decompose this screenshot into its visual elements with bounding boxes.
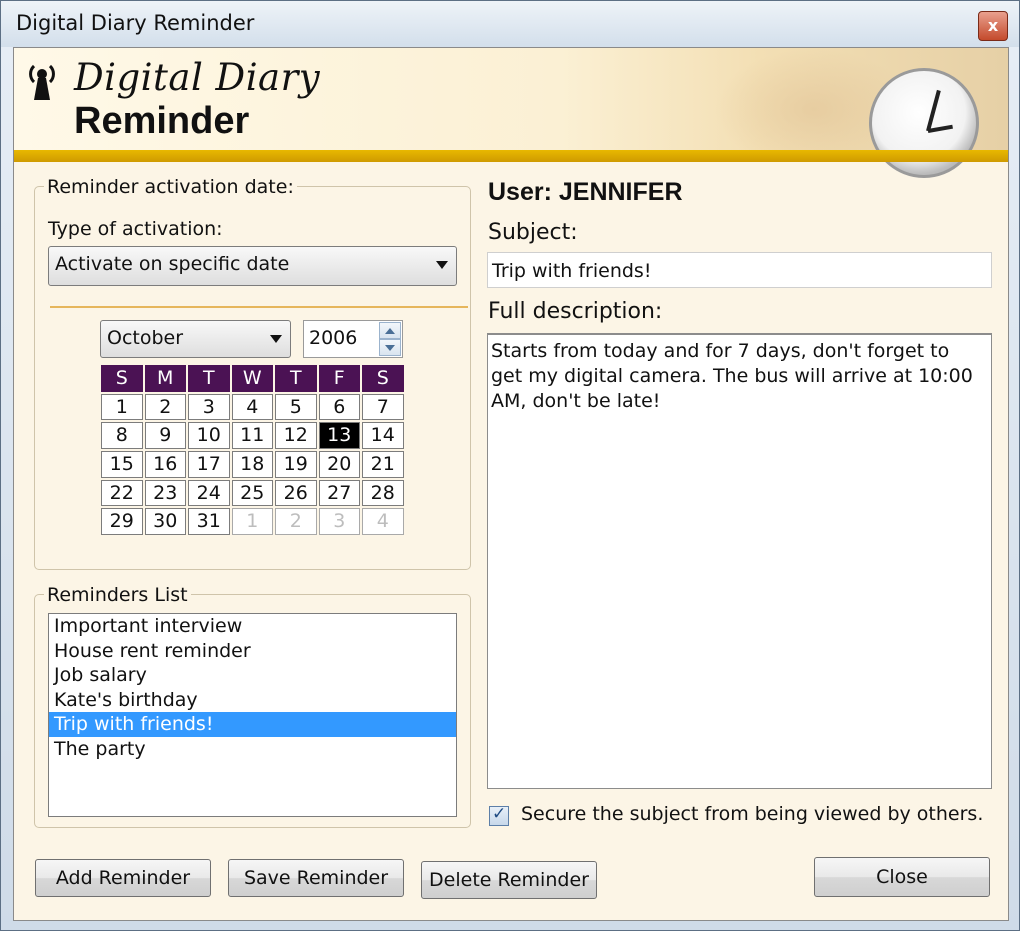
calendar-day[interactable]: 27 — [318, 479, 360, 507]
reminders-group-label: Reminders List — [44, 584, 191, 606]
calendar-day[interactable]: 15 — [101, 451, 143, 478]
calendar-day[interactable]: 8 — [101, 422, 143, 450]
calendar-day[interactable]: 19 — [275, 451, 317, 478]
calendar-day[interactable]: 24 — [188, 479, 230, 507]
month-value: October — [107, 327, 184, 349]
subject-label: Subject: — [488, 220, 578, 245]
calendar-day-next-month[interactable]: 3 — [318, 508, 360, 536]
activation-type-label: Type of activation: — [48, 218, 223, 240]
calendar-day[interactable]: 11 — [231, 422, 273, 450]
activation-group-label: Reminder activation date: — [44, 176, 297, 198]
year-spinner[interactable]: 2006 — [303, 320, 403, 358]
calendar-day[interactable]: 21 — [362, 451, 404, 478]
calendar-day[interactable]: 10 — [188, 422, 230, 450]
user-name: User: JENNIFER — [488, 178, 683, 206]
calendar-day[interactable]: 31 — [188, 508, 230, 536]
secure-subject-label: Secure the subject from being viewed by … — [521, 803, 984, 825]
reminder-list-item[interactable]: Kate's birthday — [49, 688, 456, 713]
activation-separator — [50, 306, 468, 308]
weekday-header: W — [230, 364, 274, 393]
weekday-header: S — [361, 364, 405, 393]
calendar-day[interactable]: 17 — [188, 451, 230, 478]
close-button[interactable]: Close — [814, 857, 990, 897]
weekday-header: T — [187, 364, 231, 393]
reminder-list-item[interactable]: House rent reminder — [49, 639, 456, 664]
app-window: Digital Diary Reminder x Digital Diary R… — [0, 0, 1020, 931]
calendar-day[interactable]: 22 — [101, 479, 143, 507]
reminder-list-item[interactable]: Job salary — [49, 663, 456, 688]
save-reminder-button[interactable]: Save Reminder — [228, 859, 404, 897]
year-down-button[interactable] — [379, 339, 401, 356]
description-value: Starts from today and for 7 days, don't … — [491, 340, 979, 412]
calendar-day-next-month[interactable]: 2 — [275, 508, 317, 536]
calendar-day[interactable]: 6 — [318, 393, 360, 421]
calendar-day[interactable]: 23 — [144, 479, 186, 507]
month-dropdown[interactable]: October — [100, 320, 291, 358]
calendar-grid: S M T W T F S 1 2 3 4 5 6 7 8 9 10 11 12 13 14 15 16 17 18 19 20 21… — [100, 364, 405, 536]
calendar-day[interactable]: 7 — [362, 393, 404, 421]
checkmark-icon: ✓ — [492, 804, 507, 824]
calendar-day[interactable]: 9 — [144, 422, 186, 450]
subject-value: Trip with friends! — [492, 260, 652, 282]
calendar-day[interactable]: 29 — [101, 508, 143, 536]
chevron-down-icon — [436, 261, 448, 269]
calendar-day[interactable]: 1 — [101, 393, 143, 421]
delete-reminder-button[interactable]: Delete Reminder — [421, 861, 597, 899]
header-banner: Digital Diary Reminder — [14, 48, 1008, 178]
calendar-day[interactable]: 5 — [275, 393, 317, 421]
calendar-day[interactable]: 28 — [362, 479, 404, 507]
reminder-list-item[interactable]: Important interview — [49, 614, 456, 639]
client-area: Digital Diary Reminder Reminder activati… — [13, 47, 1009, 921]
chevron-down-icon — [270, 335, 282, 343]
calendar-day[interactable]: 14 — [362, 422, 404, 450]
activation-type-dropdown[interactable]: Activate on specific date — [48, 246, 457, 286]
clock-minute-hand — [926, 89, 941, 132]
calendar-day[interactable]: 16 — [144, 451, 186, 478]
banner-divider — [14, 150, 1008, 162]
close-window-button[interactable]: x — [978, 11, 1008, 41]
year-value: 2006 — [309, 327, 358, 349]
calendar-day-next-month[interactable]: 4 — [362, 508, 404, 536]
weekday-header: M — [143, 364, 187, 393]
calendar-day[interactable]: 2 — [144, 393, 186, 421]
add-reminder-button[interactable]: Add Reminder — [35, 859, 211, 897]
subject-input[interactable]: Trip with friends! — [487, 252, 992, 288]
arrow-up-icon — [385, 328, 395, 334]
calendar-day[interactable]: 4 — [231, 393, 273, 421]
window-title: Digital Diary Reminder — [16, 11, 255, 35]
arrow-down-icon — [385, 345, 395, 351]
clock-hour-hand — [927, 124, 953, 133]
calendar-day[interactable]: 26 — [275, 479, 317, 507]
calendar-day[interactable]: 3 — [188, 393, 230, 421]
calendar-day[interactable]: 25 — [231, 479, 273, 507]
reminder-list-item[interactable]: Trip with friends! — [49, 712, 456, 737]
calendar-day[interactable]: 20 — [318, 451, 360, 478]
weekday-header: T — [274, 364, 318, 393]
weekday-header: S — [100, 364, 144, 393]
title-bar[interactable]: Digital Diary Reminder x — [1, 1, 1019, 47]
activation-type-value: Activate on specific date — [55, 253, 290, 275]
reminder-list-item[interactable]: The party — [49, 737, 456, 762]
calendar-day[interactable]: 30 — [144, 508, 186, 536]
banner-title-bold: Reminder — [74, 100, 250, 142]
year-up-button[interactable] — [379, 322, 401, 339]
reminders-listbox[interactable]: Important interview House rent reminder Jo… — [48, 613, 457, 817]
calendar-day[interactable]: 18 — [231, 451, 273, 478]
description-label: Full description: — [488, 299, 663, 324]
weekday-header: F — [317, 364, 361, 393]
calendar-day-next-month[interactable]: 1 — [231, 508, 273, 536]
broadcast-icon — [29, 64, 55, 100]
secure-subject-checkbox[interactable]: ✓ — [489, 804, 509, 826]
calendar-day[interactable]: 13 — [318, 422, 360, 450]
description-textarea[interactable]: Starts from today and for 7 days, don't … — [487, 333, 992, 789]
calendar-day[interactable]: 12 — [275, 422, 317, 450]
banner-title-script: Digital Diary — [74, 56, 321, 99]
